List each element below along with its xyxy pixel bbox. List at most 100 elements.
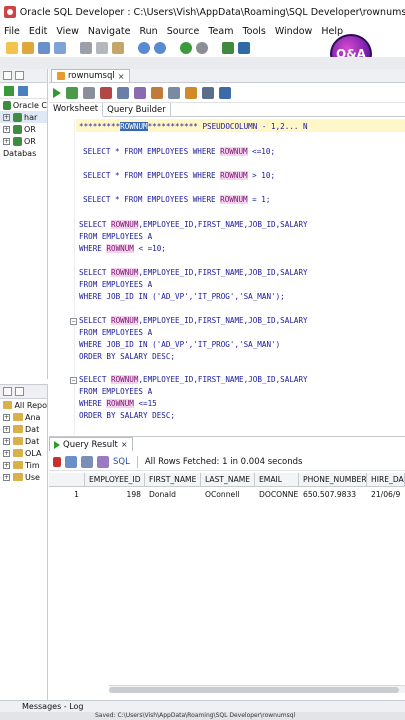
open-folder-icon[interactable] [22,42,34,54]
redo-icon[interactable] [154,42,166,54]
folder-icon [13,473,23,481]
save-all-icon[interactable] [54,42,66,54]
messages-log-bar[interactable]: Messages - Log [0,700,405,712]
undo-icon[interactable] [138,42,150,54]
menu-team[interactable]: Team [208,26,233,37]
database-icon [3,100,11,110]
column-header-employee-id[interactable]: EMPLOYEE_ID [85,473,145,487]
column-header-hire-date[interactable]: HIRE_DA [367,473,405,487]
menu-edit[interactable]: Edit [29,26,47,37]
menu-help[interactable]: Help [321,26,343,37]
pin-icon[interactable] [53,456,61,467]
close-icon[interactable]: × [121,440,128,449]
tab-query-builder[interactable]: Query Builder [103,102,171,117]
tree-item-or2[interactable]: + OR [0,135,47,147]
tree-item-report-3[interactable]: + Dat [0,435,47,447]
tree-item-report-1[interactable]: + Ana [0,411,47,423]
cut-icon[interactable] [80,42,92,54]
add-connection-icon[interactable] [4,85,14,96]
format-icon[interactable] [185,86,197,99]
tree-item-har[interactable]: + har [0,111,47,123]
column-header-email[interactable]: EMAIL [255,473,299,487]
tree-item-or1[interactable]: + OR [0,123,47,135]
run-script-icon[interactable] [66,86,78,99]
new-file-icon[interactable] [6,42,18,54]
code-line-block4-order: ORDER BY SALARY DESC; [79,411,176,420]
menu-file[interactable]: File [4,26,20,37]
explain-plan-icon[interactable] [117,86,129,99]
code-area[interactable]: *********ROWNUM*********** PSEUDOCOLUMN … [49,119,405,435]
expand-icon[interactable]: + [3,437,10,445]
column-header-last-name[interactable]: LAST_NAME [201,473,255,487]
sql-worksheet-icon[interactable] [222,42,234,54]
tree-item-database[interactable]: Databas [0,147,47,159]
menu-run[interactable]: Run [139,26,157,37]
title-bar: Oracle SQL Developer : C:\Users\Vish\App… [0,0,405,24]
tree-item-all-reports[interactable]: All Repo [0,399,47,411]
tree-item-report-4[interactable]: + OLA [0,447,47,459]
tab-worksheet[interactable]: Worksheet [49,102,104,117]
menu-view[interactable]: View [56,26,79,37]
maximize-icon[interactable] [15,71,24,80]
reports-panel-header [0,385,47,399]
cell-last-name[interactable]: OConnell [201,488,255,500]
menu-navigate[interactable]: Navigate [88,26,131,37]
copy-icon[interactable] [96,42,108,54]
tuning-icon[interactable] [219,86,231,99]
save-icon[interactable] [38,42,50,54]
fetch-status: All Rows Fetched: 1 in 0.004 seconds [144,456,303,467]
expand-icon[interactable]: + [3,413,10,421]
table-row[interactable]: 1 198 Donald OConnell DOCONNEL 650.507.9… [49,488,405,500]
expand-icon[interactable]: + [3,137,10,145]
export-icon[interactable] [81,455,93,468]
horizontal-scrollbar[interactable] [109,685,405,693]
fold-icon[interactable]: − [70,318,77,325]
menu-source[interactable]: Source [167,26,200,37]
rollback-icon[interactable] [100,86,112,99]
sql-editor: rownumsql × Worksheet Query Builder ****… [49,69,405,435]
menu-window[interactable]: Window [275,26,312,37]
back-icon[interactable] [180,42,192,54]
cell-first-name[interactable]: Donald [145,488,201,500]
expand-icon[interactable]: + [3,425,10,433]
scrollbar-thumb[interactable] [109,687,399,693]
commit-icon[interactable] [83,86,95,99]
binoculars-icon[interactable] [238,42,250,54]
close-icon[interactable]: × [118,72,125,81]
minimize-icon[interactable] [3,71,12,80]
column-header-first-name[interactable]: FIRST_NAME [145,473,201,487]
forward-icon[interactable] [196,42,208,54]
autotrace-icon[interactable] [134,86,146,99]
expand-icon[interactable]: + [3,473,10,481]
sql-link[interactable]: SQL [113,457,130,467]
tree-item-report-5[interactable]: + Tim [0,459,47,471]
run-statement-icon[interactable] [53,87,61,98]
expand-icon[interactable]: + [3,449,10,457]
cell-phone-number[interactable]: 650.507.9833 [299,488,367,500]
clear-icon[interactable] [151,86,163,99]
refresh-icon[interactable] [18,85,28,96]
expand-icon[interactable]: + [3,113,10,121]
tree-item-report-2[interactable]: + Dat [0,423,47,435]
column-header-phone-number[interactable]: PHONE_NUMBER [299,473,367,487]
fold-icon[interactable]: − [70,377,77,384]
expand-icon[interactable]: + [3,125,10,133]
expand-icon[interactable]: + [3,461,10,469]
window-title: Oracle SQL Developer : C:\Users\Vish\App… [19,6,405,18]
cell-email[interactable]: DOCONNEL [255,488,299,500]
grid-icon[interactable] [97,455,109,468]
history-icon[interactable] [168,86,180,99]
refresh-icon[interactable] [65,455,77,468]
paste-icon[interactable] [112,42,124,54]
tree-item-oracle[interactable]: Oracle C [0,99,47,111]
minimize-icon[interactable] [3,387,12,396]
tree-item-report-6[interactable]: + Use [0,471,47,483]
cell-hire-date[interactable]: 21/06/9 [367,488,405,500]
tab-rownumsql[interactable]: rownumsql × [51,69,131,82]
maximize-icon[interactable] [15,387,24,396]
divider [136,455,138,468]
tab-query-result[interactable]: Query Result × [49,437,133,451]
cell-employee-id[interactable]: 198 [85,488,145,500]
menu-tools[interactable]: Tools [242,26,265,37]
find-icon[interactable] [202,86,214,99]
